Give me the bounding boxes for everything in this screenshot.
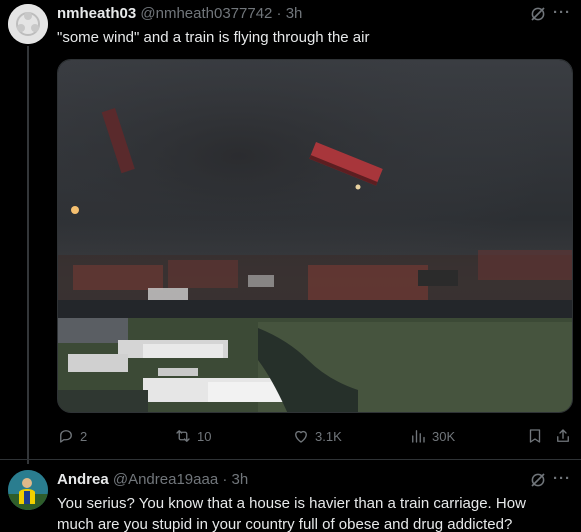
author-handle[interactable]: @Andrea19aaa [113,471,218,488]
repost-count: 10 [197,428,212,444]
header-separator: · [276,5,282,22]
reply-tweet[interactable]: Andrea @Andrea19aaa · 3h ··· You serius?… [0,459,581,532]
author-handle[interactable]: @nmheath0377742 [140,5,272,22]
tornado-photo [58,60,572,412]
views-button[interactable]: 30K [409,426,455,446]
avatar-image [8,470,48,510]
bookmark-button[interactable] [526,426,544,446]
grok-icon[interactable] [529,5,547,23]
tweet-text: You serius? You know that a house is hav… [57,495,526,532]
reply-button[interactable]: 2 [57,426,87,446]
tweet[interactable]: nmheath03 @nmheath0377742 · 3h ··· "some… [0,0,581,458]
views-icon [412,430,425,443]
avatar[interactable] [8,4,48,44]
repost-icon [176,430,190,442]
bookmark-icon [529,429,541,443]
tweet-header: Andrea @Andrea19aaa · 3h [57,471,248,488]
tweet-media[interactable] [57,59,573,413]
reply-count: 2 [80,428,88,444]
avatar[interactable] [8,470,48,510]
author-name[interactable]: nmheath03 [57,5,136,22]
tweet-header: nmheath03 @nmheath0377742 · 3h [57,5,302,22]
share-button[interactable] [554,426,572,446]
grok-icon[interactable] [529,471,547,489]
tweet-actions: 2 10 3.1K 30K [57,426,573,446]
author-name[interactable]: Andrea [57,471,109,488]
reply-icon [60,430,72,443]
like-count: 3.1K [315,428,342,444]
more-icon[interactable]: ··· [553,470,571,487]
share-icon [557,429,569,442]
more-icon[interactable]: ··· [553,4,571,21]
timestamp[interactable]: 3h [232,471,249,488]
tweet-text: "some wind" and a train is flying throug… [57,29,370,46]
header-separator: · [222,471,228,488]
timestamp[interactable]: 3h [286,5,303,22]
like-button[interactable]: 3.1K [292,426,342,446]
view-count: 30K [432,428,456,444]
avatar-image [8,4,48,44]
like-icon [295,430,307,443]
repost-button[interactable]: 10 [174,426,211,446]
